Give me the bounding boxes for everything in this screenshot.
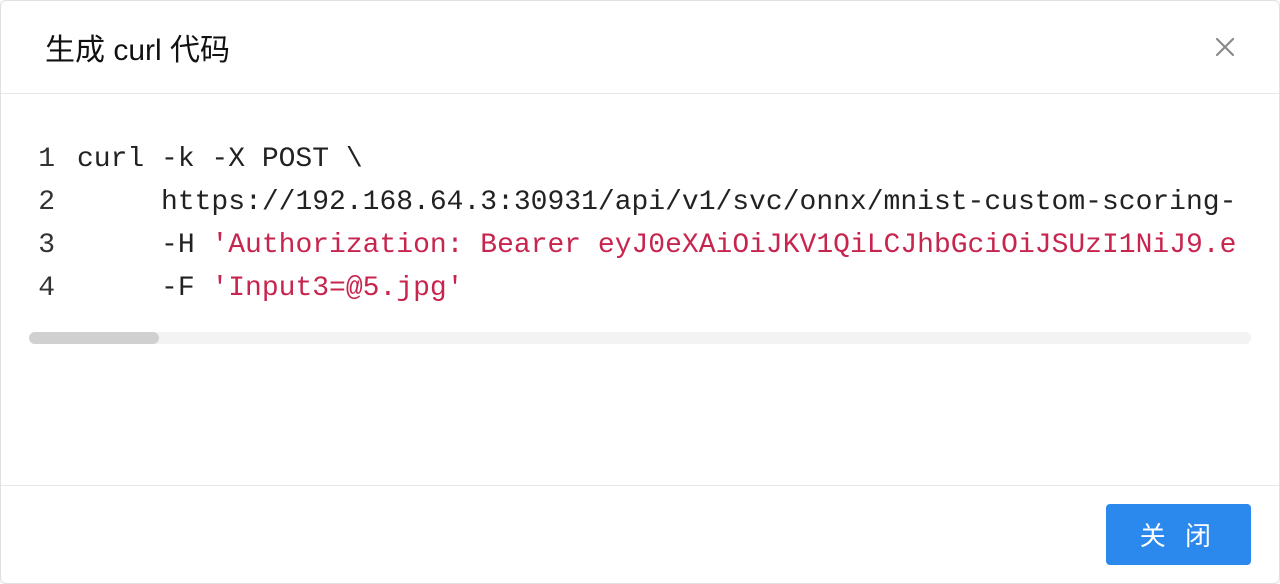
modal-header: 生成 curl 代码 <box>1 1 1279 94</box>
code-line: 3 -H 'Authorization: Bearer eyJ0eXAiOiJK… <box>29 224 1251 267</box>
code-content: curl -k -X POST \ <box>77 138 1251 181</box>
code-line: 2 https://192.168.64.3:30931/api/v1/svc/… <box>29 181 1251 224</box>
code-content: -F 'Input3=@5.jpg' <box>77 267 1251 310</box>
code-content: https://192.168.64.3:30931/api/v1/svc/on… <box>77 181 1251 224</box>
code-lines: 1 curl -k -X POST \ 2 https://192.168.64… <box>29 138 1251 310</box>
line-number: 3 <box>29 224 77 267</box>
line-number: 1 <box>29 138 77 181</box>
line-number: 2 <box>29 181 77 224</box>
modal-dialog: 生成 curl 代码 1 curl -k -X POST \ 2 https:/… <box>0 0 1280 584</box>
close-icon[interactable] <box>1211 33 1239 61</box>
close-button[interactable]: 关 闭 <box>1106 504 1251 565</box>
code-content: -H 'Authorization: Bearer eyJ0eXAiOiJKV1… <box>77 224 1251 267</box>
modal-footer: 关 闭 <box>1 485 1279 583</box>
code-line: 1 curl -k -X POST \ <box>29 138 1251 181</box>
scrollbar-thumb[interactable] <box>29 332 159 344</box>
code-block: 1 curl -k -X POST \ 2 https://192.168.64… <box>29 138 1251 344</box>
code-line: 4 -F 'Input3=@5.jpg' <box>29 267 1251 310</box>
modal-body: 1 curl -k -X POST \ 2 https://192.168.64… <box>1 94 1279 485</box>
line-number: 4 <box>29 267 77 310</box>
horizontal-scrollbar[interactable] <box>29 332 1251 344</box>
modal-title: 生成 curl 代码 <box>45 25 230 69</box>
